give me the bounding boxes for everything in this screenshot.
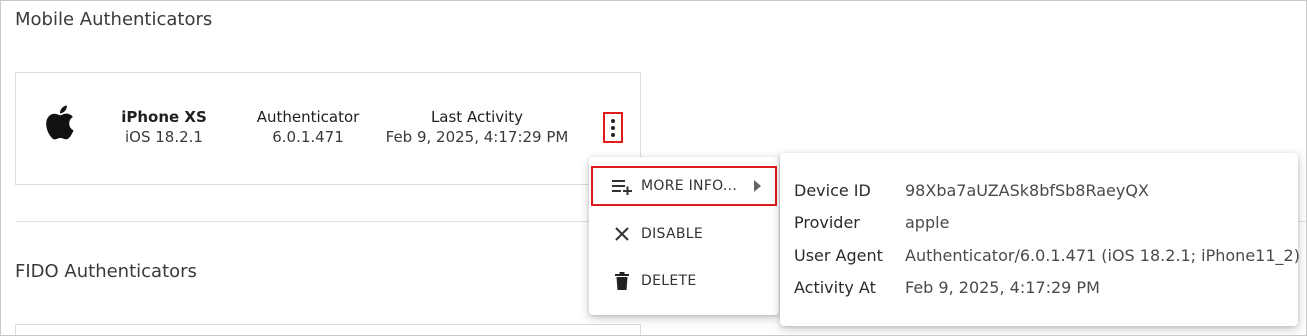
info-value: Authenticator/6.0.1.471 (iOS 18.2.1; iPh… xyxy=(905,246,1300,265)
fido-authenticators-title: FIDO Authenticators xyxy=(15,261,197,282)
info-label: Provider xyxy=(794,213,860,232)
mobile-authenticators-title: Mobile Authenticators xyxy=(15,9,213,30)
menu-item-more-info-label: MORE INFO... xyxy=(641,178,738,194)
device-name-column: iPhone XS iOS 18.2.1 xyxy=(114,107,214,147)
authenticator-version-column: Authenticator 6.0.1.471 xyxy=(243,107,373,147)
options-menu: MORE INFO... DISABLE DELETE xyxy=(589,157,779,315)
close-icon xyxy=(611,223,633,245)
fido-authenticator-card xyxy=(15,324,641,335)
apple-logo-icon xyxy=(41,101,75,143)
last-activity-label: Last Activity xyxy=(430,108,524,126)
info-label: User Agent xyxy=(794,246,883,265)
info-value: Feb 9, 2025, 4:17:29 PM xyxy=(905,278,1100,297)
info-label: Activity At xyxy=(794,278,876,297)
menu-item-delete-label: DELETE xyxy=(641,273,697,289)
info-label: Device ID xyxy=(794,181,871,200)
device-os: iOS 18.2.1 xyxy=(125,128,203,146)
menu-item-disable[interactable]: DISABLE xyxy=(589,214,779,254)
menu-item-delete[interactable]: DELETE xyxy=(589,261,779,301)
last-activity-column: Last Activity Feb 9, 2025, 4:17:29 PM xyxy=(377,107,577,147)
device-name: iPhone XS xyxy=(121,108,207,126)
authenticator-version: 6.0.1.471 xyxy=(272,128,344,146)
menu-item-disable-label: DISABLE xyxy=(641,226,703,242)
more-options-button[interactable] xyxy=(603,112,623,143)
authenticators-panel: Mobile Authenticators iPhone XS iOS 18.2… xyxy=(0,0,1307,336)
kebab-dot-icon xyxy=(611,118,615,123)
menu-item-more-info[interactable]: MORE INFO... xyxy=(591,166,777,206)
submenu-arrow-icon xyxy=(754,180,761,192)
kebab-dot-icon xyxy=(611,125,615,130)
playlist-add-icon xyxy=(611,175,633,197)
last-activity-value: Feb 9, 2025, 4:17:29 PM xyxy=(385,128,569,146)
authenticator-label: Authenticator xyxy=(256,108,360,126)
trash-icon xyxy=(611,270,633,292)
device-info-panel: Device ID 98Xba7aUZASk8bfSb8RaeyQX Provi… xyxy=(780,153,1300,326)
info-value: 98Xba7aUZASk8bfSb8RaeyQX xyxy=(905,181,1149,200)
info-value: apple xyxy=(905,213,950,232)
kebab-dot-icon xyxy=(611,132,615,137)
